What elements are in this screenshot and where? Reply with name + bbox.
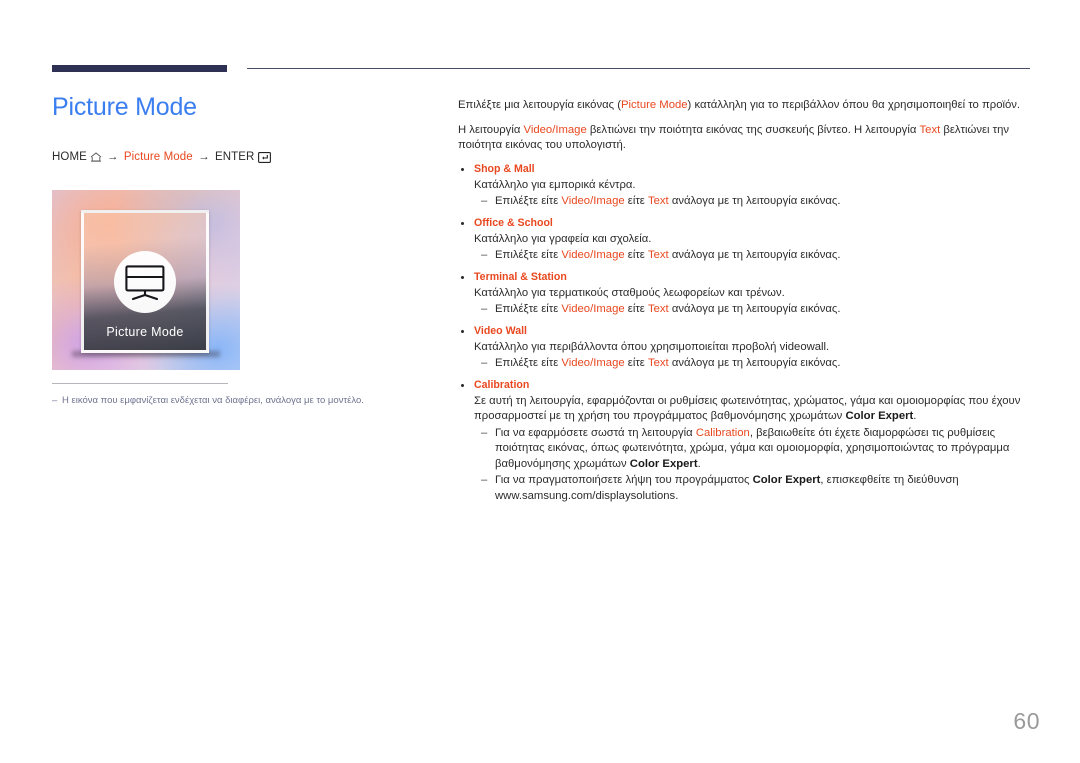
breadcrumb-arrow-1: → [106, 151, 119, 163]
calibration-sub1-c: . [697, 457, 701, 470]
right-column: Επιλέξτε μια λειτουργία εικόνας (Picture… [458, 98, 1033, 510]
sub-accent-text: Text [647, 303, 669, 315]
sub-mid: είτε [624, 357, 648, 369]
list-item: Shop & Mall Κατάλληλο για εμπορικά κέντρ… [458, 162, 1033, 210]
left-column: Picture Mode HOME → Picture Mode → ENTER [52, 92, 412, 167]
document-page: Picture Mode HOME → Picture Mode → ENTER … [0, 0, 1080, 763]
enter-key-icon [258, 152, 272, 167]
list-item: Terminal & Station Κατάλληλο για τερματι… [458, 270, 1033, 318]
monitor-icon-badge [114, 251, 176, 313]
monitor-display-icon [125, 265, 165, 301]
calibration-subnote-2: Για να πραγματοποιήσετε λήψη του προγράμ… [458, 473, 1033, 504]
header-rule [247, 68, 1030, 69]
mode-title-shop-mall: Shop & Mall [458, 162, 1033, 177]
calibration-sub2-a: Για να πραγματοποιήσετε λήψη του προγράμ… [495, 474, 753, 486]
sub-accent-text: Text [647, 195, 669, 207]
calibration-body-a: Σε αυτή τη λειτουργία, εφαρμόζονται οι ρ… [474, 394, 1021, 423]
sub-accent-text: Text [647, 357, 669, 369]
intro2-accent-1: Video/Image [523, 123, 587, 136]
sub-accent-video-image: Video/Image [561, 195, 625, 207]
sub-prefix: Επιλέξτε είτε [495, 195, 562, 207]
mode-body-shop-mall: Κατάλληλο για εμπορικά κέντρα. [474, 178, 636, 191]
thumbnail-caption: Picture Mode [106, 325, 184, 339]
mode-subnote-terminal-station: Επιλέξτε είτε Video/Image είτε Text ανάλ… [458, 302, 1033, 318]
sub-mid: είτε [624, 303, 648, 315]
monitor-mockup: Picture Mode [81, 210, 209, 353]
calibration-body-b: . [913, 410, 917, 422]
intro1-b: ) κατάλληλη για το περιβάλλον όπου θα χρ… [687, 99, 1021, 111]
calibration-sub1-bold: Color Expert [629, 457, 698, 470]
mode-body-office-school: Κατάλληλο για γραφεία και σχολεία. [474, 232, 652, 245]
sub-accent-video-image: Video/Image [561, 357, 625, 369]
breadcrumb-home-label: HOME [52, 151, 87, 163]
sub-suffix: ανάλογα με τη λειτουργία εικόνας. [668, 249, 841, 261]
breadcrumb-menu-label: Picture Mode [123, 151, 193, 163]
intro2-a: Η λειτουργία [458, 123, 524, 136]
mode-subnote-shop-mall: Επιλέξτε είτε Video/Image είτε Text ανάλ… [458, 194, 1033, 210]
home-icon [90, 152, 102, 166]
calibration-body-bold: Color Expert [845, 410, 914, 422]
note-dash: – [52, 395, 58, 406]
list-item: Calibration Σε αυτή τη λειτουργία, εφαρμ… [458, 378, 1033, 505]
intro-paragraph-2: Η λειτουργία Video/Image βελτιώνει την π… [458, 123, 1033, 154]
left-note: – Η εικόνα που εμφανίζεται ενδέχεται να δ… [52, 394, 412, 407]
mode-title-calibration: Calibration [458, 378, 1033, 393]
picture-mode-thumbnail: Picture Mode [52, 190, 240, 370]
mode-title-video-wall: Video Wall [458, 324, 1033, 339]
intro1-accent: Picture Mode [620, 99, 688, 111]
sub-mid: είτε [624, 195, 648, 207]
mode-title-terminal-station: Terminal & Station [458, 270, 1033, 285]
header-accent-bar [52, 65, 227, 72]
sub-prefix: Επιλέξτε είτε [495, 357, 562, 369]
page-number: 60 [1013, 708, 1040, 734]
sub-accent-video-image: Video/Image [561, 249, 625, 261]
sub-suffix: ανάλογα με τη λειτουργία εικόνας. [668, 303, 841, 315]
note-text: Η εικόνα που εμφανίζεται ενδέχεται να δι… [62, 395, 364, 406]
sub-accent-text: Text [647, 249, 669, 261]
breadcrumb-arrow-2: → [198, 151, 210, 163]
mode-body-video-wall: Κατάλληλο για περιβάλλοντα όπου χρησιμοπ… [474, 340, 830, 353]
note-separator [52, 383, 228, 384]
mode-subnote-office-school: Επιλέξτε είτε Video/Image είτε Text ανάλ… [458, 248, 1033, 264]
calibration-sub1-a: Για να εφαρμόσετε σωστά τη λειτουργία [495, 426, 696, 439]
intro2-b: βελτιώνει την ποιότητα εικόνας της συσκε… [586, 123, 920, 136]
list-item: Video Wall Κατάλληλο για περιβάλλοντα όπ… [458, 324, 1033, 372]
breadcrumb-enter-label: ENTER [214, 151, 255, 163]
intro1-a: Επιλέξτε μια λειτουργία εικόνας ( [458, 99, 621, 111]
intro-paragraph-1: Επιλέξτε μια λειτουργία εικόνας (Picture… [458, 98, 1033, 114]
list-item: Office & School Κατάλληλο για γραφεία κα… [458, 216, 1033, 264]
page-title: Picture Mode [52, 93, 197, 121]
sub-accent-video-image: Video/Image [561, 303, 625, 315]
calibration-sub1-accent: Calibration [695, 426, 750, 439]
mode-body-calibration: Σε αυτή τη λειτουργία, εφαρμόζονται οι ρ… [458, 394, 1033, 425]
sub-suffix: ανάλογα με τη λειτουργία εικόνας. [668, 195, 841, 207]
calibration-subnote-1: Για να εφαρμόσετε σωστά τη λειτουργία Ca… [458, 426, 1033, 473]
sub-prefix: Επιλέξτε είτε [495, 303, 562, 315]
mode-body-terminal-station: Κατάλληλο για τερματικούς σταθμούς λεωφο… [474, 286, 785, 299]
mode-subnote-video-wall: Επιλέξτε είτε Video/Image είτε Text ανάλ… [458, 356, 1033, 372]
calibration-sub2-bold: Color Expert [752, 474, 821, 486]
mode-title-office-school: Office & School [458, 216, 1033, 231]
intro2-accent-2: Text [919, 123, 941, 136]
sub-prefix: Επιλέξτε είτε [495, 249, 562, 261]
sub-suffix: ανάλογα με τη λειτουργία εικόνας. [668, 357, 841, 369]
breadcrumb: HOME → Picture Mode → ENTER [52, 150, 412, 167]
sub-mid: είτε [624, 249, 648, 261]
